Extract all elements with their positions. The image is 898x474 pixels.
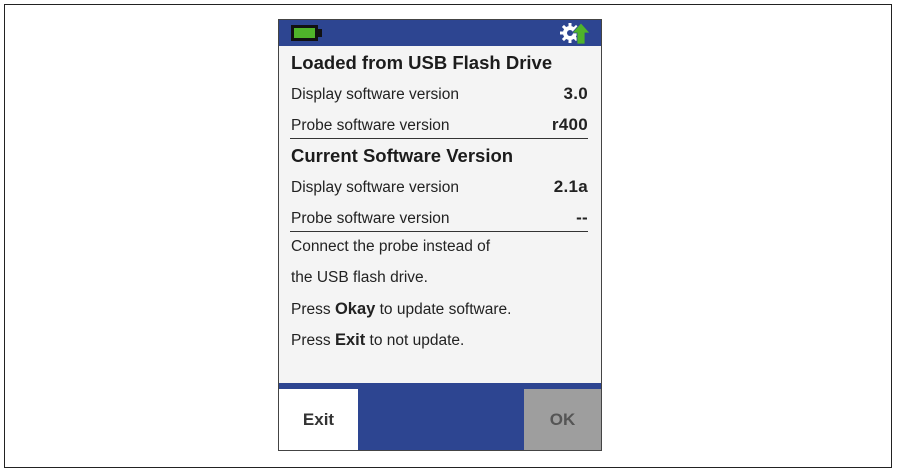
- message-line-2: the USB flash drive.: [291, 269, 428, 286]
- message-text: Press: [291, 301, 335, 318]
- ok-button[interactable]: OK: [524, 389, 601, 450]
- loaded-display-row: Display software version 3.0: [291, 84, 588, 104]
- divider: [290, 138, 588, 139]
- current-display-row: Display software version 2.1a: [291, 177, 588, 197]
- current-probe-row: Probe software version --: [291, 208, 588, 228]
- gear-update-icon: [560, 22, 591, 45]
- message-line-3: Press Okay to update software.: [291, 300, 511, 319]
- loaded-probe-label: Probe software version: [291, 117, 450, 134]
- loaded-probe-row: Probe software version r400: [291, 115, 588, 135]
- message-text: to update software.: [375, 301, 512, 318]
- battery-icon: [291, 25, 322, 41]
- current-heading: Current Software Version: [291, 145, 514, 166]
- loaded-display-value: 3.0: [563, 84, 588, 103]
- softkey-bar: Exit OK: [279, 383, 601, 450]
- message-text: to not update.: [365, 332, 465, 349]
- current-display-label: Display software version: [291, 179, 459, 196]
- device-screen: Loaded from USB Flash Drive Display soft…: [278, 19, 602, 451]
- exit-keyword: Exit: [334, 331, 366, 349]
- status-bar: [279, 20, 601, 46]
- divider: [290, 231, 588, 232]
- message-line-1: Connect the probe instead of: [291, 238, 491, 255]
- loaded-display-label: Display software version: [291, 86, 459, 103]
- loaded-heading: Loaded from USB Flash Drive: [291, 52, 553, 73]
- message-text: Press: [291, 332, 335, 349]
- current-display-value: 2.1a: [553, 177, 588, 196]
- current-probe-label: Probe software version: [291, 210, 450, 227]
- message-line-4: Press Exit to not update.: [291, 331, 464, 350]
- okay-keyword: Okay: [334, 300, 376, 318]
- exit-button[interactable]: Exit: [279, 389, 358, 450]
- loaded-probe-value: r400: [551, 115, 588, 134]
- current-probe-value: --: [576, 208, 588, 227]
